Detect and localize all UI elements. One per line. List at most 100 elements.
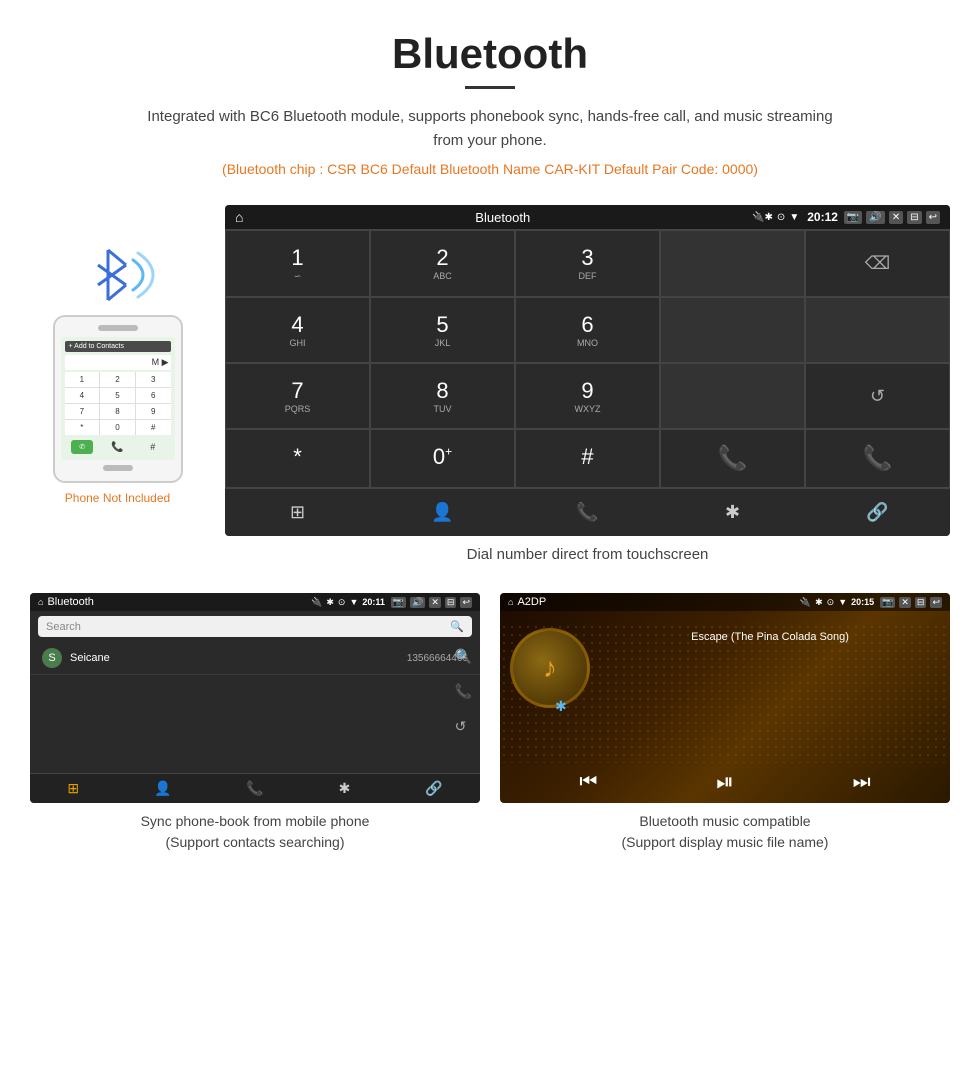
status-time: 20:12	[807, 210, 838, 224]
dial-key-0[interactable]: 0+	[370, 429, 515, 488]
dial-bottom-bluetooth-icon[interactable]: ✱	[660, 497, 805, 528]
phone-key-5[interactable]: 5	[100, 388, 135, 403]
phone-screen: + Add to Contacts M ▶ 1 2 3 4 5 6 7 8 9 …	[61, 337, 175, 460]
pb-back-icon: ↩	[460, 597, 472, 608]
main-content: + Add to Contacts M ▶ 1 2 3 4 5 6 7 8 9 …	[0, 205, 980, 563]
phone-not-included-label: Phone Not Included	[65, 491, 170, 505]
dial-key-star[interactable]: *	[225, 429, 370, 488]
music-screen: ⌂ A2DP 🔌 ✱ ⊙ ▼ 20:15 📷 ✕ ⊟ ↩ ♪ ✱ Escape …	[500, 593, 950, 803]
pb-search-side-icon[interactable]: 🔍	[455, 648, 472, 665]
pb-close-icon: ✕	[429, 597, 441, 608]
phone-key-1[interactable]: 1	[65, 372, 100, 387]
refresh-icon: ↺	[870, 386, 885, 407]
key-letters-2: ABC	[381, 271, 504, 281]
pb-contact-name: Seicane	[70, 652, 407, 664]
dial-key-8[interactable]: 8 TUV	[370, 363, 515, 429]
phone-key-8[interactable]: 8	[100, 404, 135, 419]
window-icon: ⊟	[907, 211, 921, 224]
dial-key-6[interactable]: 6 MNO	[515, 297, 660, 363]
phone-bottom-bar: ✆ 📞 #	[65, 435, 171, 456]
phonebook-caption: Sync phone-book from mobile phone(Suppor…	[30, 811, 480, 853]
music-signal-icon: ▼	[838, 597, 847, 607]
dial-bottom-contacts-icon[interactable]: 👤	[370, 497, 515, 528]
pb-title: Bluetooth	[47, 596, 307, 608]
key-num-0: 0+	[381, 444, 504, 470]
pb-contact-row: S Seicane 13566664466	[30, 642, 480, 675]
pb-search-bar[interactable]: Search 🔍	[38, 616, 472, 637]
phone-key-0[interactable]: 0	[100, 420, 135, 435]
pb-bottom-phone[interactable]: 📞	[246, 780, 263, 797]
dial-key-2[interactable]: 2 ABC	[370, 230, 515, 297]
pb-phone-side-icon[interactable]: 📞	[455, 683, 472, 700]
bluetooth-specs: (Bluetooth chip : CSR BC6 Default Blueto…	[20, 161, 960, 177]
music-prev-button[interactable]: ⏮	[579, 771, 597, 794]
pb-bottom-link[interactable]: 🔗	[425, 780, 442, 797]
music-song-title: Escape (The Pina Colada Song)	[600, 631, 940, 643]
dial-keypad: 1 ∽ 2 ABC 3 DEF ⌫ 4 GHI	[225, 229, 950, 488]
phone-key-star[interactable]: *	[65, 420, 100, 435]
home-icon: ⌂	[235, 209, 243, 225]
dial-bottom-bar: ⊞ 👤 📞 ✱ 🔗	[225, 488, 950, 536]
phone-key-3[interactable]: 3	[136, 372, 171, 387]
music-bt-overlay-icon: ✱	[555, 698, 567, 715]
key-num-3: 3	[526, 245, 649, 271]
dial-key-5[interactable]: 5 JKL	[370, 297, 515, 363]
call-green-icon: 📞	[718, 444, 748, 473]
search-icon: 🔍	[450, 620, 464, 633]
key-num-6: 6	[526, 312, 649, 338]
pb-usb-icon: 🔌	[311, 597, 322, 608]
usb-icon: 🔌	[752, 212, 764, 223]
dial-call-red-button[interactable]: 📞	[805, 429, 950, 488]
key-num-9: 9	[526, 378, 649, 404]
phone-home-button[interactable]	[103, 465, 133, 471]
dial-key-7[interactable]: 7 PQRS	[225, 363, 370, 429]
dial-call-green-button[interactable]: 📞	[660, 429, 805, 488]
status-right-icons: 📷 🔊 ✕ ⊟ ↩	[844, 211, 940, 224]
pb-cam-icon: 📷	[391, 597, 406, 608]
page-description: Integrated with BC6 Bluetooth module, su…	[140, 105, 840, 153]
pb-home-icon: ⌂	[38, 597, 43, 607]
pb-refresh-side-icon[interactable]: ↺	[455, 718, 472, 735]
key-num-2: 2	[381, 245, 504, 271]
phone-hash-btn[interactable]: #	[142, 440, 164, 454]
key-letters-3: DEF	[526, 271, 649, 281]
dial-key-9[interactable]: 9 WXYZ	[515, 363, 660, 429]
phone-key-6[interactable]: 6	[136, 388, 171, 403]
dial-key-hash[interactable]: #	[515, 429, 660, 488]
key-letters-6: MNO	[526, 338, 649, 348]
phone-section: + Add to Contacts M ▶ 1 2 3 4 5 6 7 8 9 …	[30, 205, 205, 563]
phone-call-button[interactable]: ✆	[71, 440, 93, 454]
key-letters-4: GHI	[236, 338, 359, 348]
key-num-4: 4	[236, 312, 359, 338]
phone-key-9[interactable]: 9	[136, 404, 171, 419]
page-header: Bluetooth Integrated with BC6 Bluetooth …	[0, 0, 980, 205]
dial-key-1[interactable]: 1 ∽	[225, 230, 370, 297]
phone-key-7[interactable]: 7	[65, 404, 100, 419]
title-divider	[465, 86, 515, 89]
dial-key-3[interactable]: 3 DEF	[515, 230, 660, 297]
android-dial-screen: ⌂ Bluetooth 🔌 ✱ ⊙ ▼ 20:12 📷 🔊 ✕ ⊟ ↩	[225, 205, 950, 536]
dial-bottom-link-icon[interactable]: 🔗	[805, 497, 950, 528]
dial-key-4[interactable]: 4 GHI	[225, 297, 370, 363]
pb-contact-avatar: S	[42, 648, 62, 668]
pb-bottom-contacts[interactable]: 👤	[154, 780, 171, 797]
pb-bottom-bt[interactable]: ✱	[339, 780, 351, 797]
music-next-button[interactable]: ⏭	[853, 771, 871, 794]
music-loc-icon: ⊙	[827, 597, 835, 608]
key-num-star: *	[236, 444, 359, 470]
pb-bottom-grid[interactable]: ⊞	[67, 780, 79, 797]
phone-key-4[interactable]: 4	[65, 388, 100, 403]
dial-refresh-button[interactable]: ↺	[805, 363, 950, 429]
music-play-pause-button[interactable]: ⏯	[716, 769, 734, 795]
dial-bottom-phone-icon[interactable]: 📞	[515, 497, 660, 528]
dial-bottom-grid-icon[interactable]: ⊞	[225, 497, 370, 528]
dial-key-empty-3	[805, 297, 950, 363]
phone-key-hash[interactable]: #	[136, 420, 171, 435]
phone-key-2[interactable]: 2	[100, 372, 135, 387]
key-num-hash: #	[526, 444, 649, 470]
phone-screen-header: + Add to Contacts	[65, 341, 171, 352]
backspace-icon: ⌫	[865, 253, 890, 274]
phonebook-item: ⌂ Bluetooth 🔌 ✱ ⊙ ▼ 20:11 📷 🔊 ✕ ⊟ ↩ Sear…	[30, 593, 480, 853]
key-num-1: 1	[236, 245, 359, 271]
dial-backspace-button[interactable]: ⌫	[805, 230, 950, 297]
